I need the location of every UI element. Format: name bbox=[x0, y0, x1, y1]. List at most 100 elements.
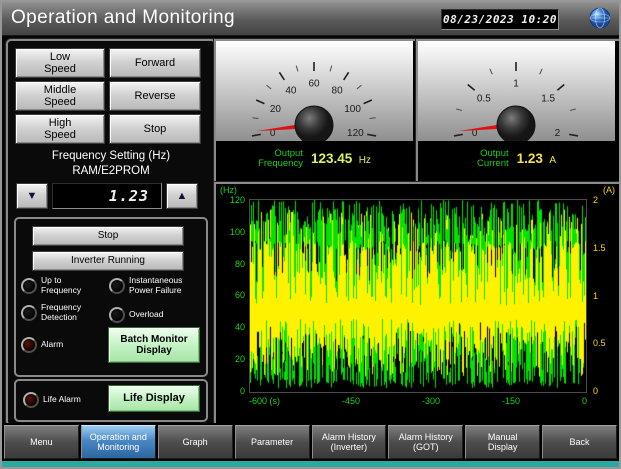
memory-type-label: RAM/E2PROM bbox=[72, 165, 150, 177]
axis-tick-label: 20 bbox=[234, 354, 245, 365]
axis-tick-label: 40 bbox=[234, 322, 245, 333]
axis-tick-label: 0 bbox=[581, 396, 587, 406]
svg-text:80: 80 bbox=[332, 85, 344, 96]
svg-text:60: 60 bbox=[308, 79, 320, 90]
left-axis-ticks: 120 100 80 60 40 20 0 bbox=[216, 195, 245, 396]
stop-button[interactable]: Stop bbox=[109, 114, 201, 144]
low-speed-button[interactable]: Low Speed bbox=[15, 48, 105, 78]
overload-lamp-icon bbox=[109, 307, 125, 323]
svg-text:0.5: 0.5 bbox=[477, 94, 491, 105]
axis-tick-label: -300 bbox=[421, 396, 440, 406]
svg-text:20: 20 bbox=[270, 104, 282, 115]
hmi-screen: Operation and Monitoring 08/23/2023 10:2… bbox=[0, 0, 621, 469]
frequency-gauge: 020406080100120 bbox=[251, 62, 377, 145]
page-title: Operation and Monitoring bbox=[11, 7, 236, 28]
axis-tick-label: -150 bbox=[501, 396, 520, 406]
output-current-unit: A bbox=[549, 155, 557, 166]
frequency-up-button[interactable]: ▲ bbox=[166, 183, 198, 209]
nav-parameter-button[interactable]: Parameter bbox=[234, 425, 310, 459]
svg-text:120: 120 bbox=[347, 128, 364, 139]
instantaneous-power-failure-indicator: Instantaneous Power Failure bbox=[109, 275, 183, 295]
life-display-button[interactable]: Life Display bbox=[108, 385, 200, 412]
nav-graph-button[interactable]: Graph bbox=[157, 425, 233, 459]
frequency-value-display[interactable]: 1.23 bbox=[52, 183, 162, 209]
inverter-running-button[interactable]: Inverter Running bbox=[32, 251, 184, 271]
axis-tick-label: 0 bbox=[593, 386, 599, 396]
life-alarm-indicator: Life Alarm bbox=[23, 392, 81, 408]
nav-alarm-history-inverter-button[interactable]: Alarm History (Inverter) bbox=[311, 425, 387, 459]
axis-tick-label: 0 bbox=[239, 385, 245, 396]
left-axis-unit: (Hz) bbox=[220, 185, 237, 195]
nav-alarm-history-got-button[interactable]: Alarm History (GOT) bbox=[388, 425, 464, 459]
status-panel: Stop Inverter Running Up to Frequency In… bbox=[14, 217, 208, 377]
output-current-number: 1.23 bbox=[516, 151, 543, 166]
frequency-gauge-panel: 0 20 40 60 80 100 120 Output Frequency 123.45 … bbox=[214, 39, 419, 183]
high-speed-button[interactable]: High Speed bbox=[15, 114, 105, 144]
current-gauge-face: 0 0.5 1 1.5 2 bbox=[418, 41, 615, 145]
up-arrow-icon: ▲ bbox=[176, 189, 188, 202]
frequency-setting-label: Frequency Setting (Hz) bbox=[51, 150, 171, 162]
bottom-accent-bar bbox=[2, 461, 619, 467]
instantaneous-power-failure-lamp-icon bbox=[109, 277, 125, 294]
life-panel: Life Alarm Life Display bbox=[14, 379, 208, 422]
output-frequency-readout: Output Frequency 123.45 Hz bbox=[216, 141, 413, 177]
axis-tick-label: 120 bbox=[229, 195, 245, 205]
lamp-label: Alarm bbox=[41, 339, 64, 350]
nav-manual-display-button[interactable]: Manual Display bbox=[465, 425, 541, 459]
axis-tick-label: 1 bbox=[593, 290, 599, 301]
axis-tick-label: 100 bbox=[229, 226, 245, 237]
frequency-detection-lamp-icon bbox=[21, 304, 37, 321]
down-arrow-icon: ▼ bbox=[26, 189, 38, 202]
middle-speed-button[interactable]: Middle Speed bbox=[15, 81, 105, 111]
axis-tick-label: 60 bbox=[234, 290, 245, 301]
nav-back-button[interactable]: Back bbox=[542, 425, 617, 459]
up-to-frequency-indicator: Up to Frequency bbox=[21, 275, 82, 295]
nav-menu-button[interactable]: Menu bbox=[4, 425, 79, 459]
output-frequency-value: 123.45 Hz bbox=[311, 150, 371, 168]
current-gauge-panel: 0 0.5 1 1.5 2 Output Current 1.23 A bbox=[416, 39, 619, 183]
trend-chart bbox=[250, 200, 586, 392]
output-frequency-number: 123.45 bbox=[310, 151, 353, 166]
right-axis-unit: (A) bbox=[603, 185, 615, 195]
svg-text:1: 1 bbox=[513, 79, 519, 90]
nav-bar: Menu Operation and Monitoring Graph Para… bbox=[2, 423, 619, 461]
output-current-readout: Output Current 1.23 A bbox=[418, 141, 615, 177]
up-to-frequency-lamp-icon bbox=[21, 277, 37, 294]
forward-button[interactable]: Forward bbox=[109, 48, 201, 78]
svg-text:1.5: 1.5 bbox=[541, 94, 555, 105]
frequency-down-button[interactable]: ▼ bbox=[16, 183, 48, 209]
current-gauge: 00.511.52 bbox=[453, 62, 579, 145]
svg-text:2: 2 bbox=[555, 128, 561, 139]
frequency-detection-indicator: Frequency Detection bbox=[21, 302, 81, 322]
svg-text:100: 100 bbox=[344, 104, 361, 115]
output-frequency-unit: Hz bbox=[358, 155, 371, 166]
lamp-label: Up to Frequency bbox=[41, 275, 82, 295]
alarm-lamp-icon bbox=[21, 337, 37, 353]
x-axis-ticks: -600 (s) -450 -300 -150 0 bbox=[249, 396, 587, 408]
axis-tick-label: 80 bbox=[234, 258, 245, 269]
axis-tick-label: -450 bbox=[341, 396, 360, 406]
reverse-button[interactable]: Reverse bbox=[109, 81, 201, 111]
stop-status-button[interactable]: Stop bbox=[32, 226, 184, 246]
right-axis-ticks: 2 1.5 1 0.5 0 bbox=[593, 195, 617, 396]
output-current-label: Output Current bbox=[476, 147, 509, 169]
output-current-value: 1.23 A bbox=[517, 150, 556, 168]
svg-text:40: 40 bbox=[285, 85, 297, 96]
axis-tick-label: 2 bbox=[593, 195, 599, 205]
plot-area bbox=[249, 199, 587, 393]
overload-indicator: Overload bbox=[109, 307, 164, 323]
globe-icon bbox=[589, 7, 611, 29]
batch-monitor-display-button[interactable]: Batch Monitor Display bbox=[108, 327, 200, 363]
nav-operation-monitoring-button[interactable]: Operation and Monitoring bbox=[80, 425, 156, 459]
lamp-label: Instantaneous Power Failure bbox=[129, 275, 183, 295]
axis-tick-label: 0.5 bbox=[593, 338, 606, 349]
axis-tick-label: -600 (s) bbox=[249, 396, 281, 406]
axis-tick-label: 1.5 bbox=[593, 242, 606, 253]
life-alarm-lamp-icon bbox=[23, 392, 39, 408]
output-frequency-label: Output Frequency bbox=[258, 147, 303, 169]
lamp-label: Life Alarm bbox=[43, 394, 81, 405]
datetime-display: 08/23/2023 10:20 bbox=[441, 9, 559, 30]
control-panel: Low Speed Middle Speed High Speed Forwar… bbox=[6, 39, 216, 426]
alarm-indicator: Alarm bbox=[21, 337, 63, 353]
lamp-label: Overload bbox=[129, 309, 164, 320]
